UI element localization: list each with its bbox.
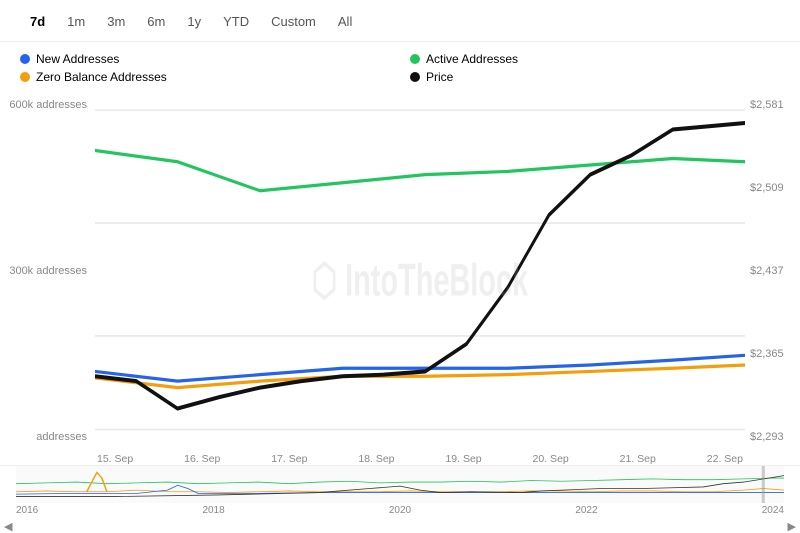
time-filters: 7d 1m 3m 6m 1y YTD Custom All	[0, 10, 800, 42]
legend-label-new-addresses: New Addresses	[36, 52, 119, 66]
chart-container: 7d 1m 3m 6m 1y YTD Custom All New Addres…	[0, 0, 800, 533]
mini-chart-area: 2016 2018 2020 2022 2024 ◀ ▶	[0, 465, 800, 533]
btn-all[interactable]: All	[328, 10, 362, 33]
legend: New Addresses Active Addresses Zero Bala…	[0, 42, 800, 94]
legend-price: Price	[410, 70, 780, 84]
btn-7d[interactable]: 7d	[20, 10, 55, 33]
x-label-5: 20. Sep	[533, 453, 569, 465]
legend-zero-balance: Zero Balance Addresses	[20, 70, 390, 84]
x-label-0: 15. Sep	[97, 453, 133, 465]
mini-x-3: 2022	[575, 505, 597, 516]
btn-ytd[interactable]: YTD	[213, 10, 259, 33]
mini-x-axis: 2016 2018 2020 2022 2024	[0, 503, 800, 519]
mini-x-2: 2020	[389, 505, 411, 516]
btn-custom[interactable]: Custom	[261, 10, 326, 33]
y-axis-right: $2,581 $2,509 $2,437 $2,365 $2,293	[745, 94, 800, 465]
main-chart-area: 600k addresses 300k addresses addresses	[0, 94, 800, 465]
x-label-3: 18. Sep	[358, 453, 394, 465]
y-right-1: $2,581	[750, 99, 792, 111]
btn-6m[interactable]: 6m	[137, 10, 175, 33]
mini-x-0: 2016	[16, 505, 38, 516]
chart-plot: ⬡ IntoTheBlock 15. Sep 16. Sep 17. Sep 1…	[95, 94, 745, 465]
x-label-2: 17. Sep	[271, 453, 307, 465]
watermark-text: ⬡ IntoTheBlock	[312, 256, 529, 306]
legend-new-addresses: New Addresses	[20, 52, 390, 66]
x-label-4: 19. Sep	[445, 453, 481, 465]
x-label-6: 21. Sep	[620, 453, 656, 465]
btn-3m[interactable]: 3m	[97, 10, 135, 33]
chart-svg: ⬡ IntoTheBlock	[95, 94, 745, 465]
y-right-3: $2,437	[750, 265, 792, 277]
legend-dot-green	[410, 54, 420, 64]
y-axis-left: 600k addresses 300k addresses addresses	[0, 94, 95, 465]
legend-dot-black	[410, 72, 420, 82]
mini-x-4: 2024	[762, 505, 784, 516]
legend-active-addresses: Active Addresses	[410, 52, 780, 66]
legend-label-active-addresses: Active Addresses	[426, 52, 518, 66]
legend-dot-blue	[20, 54, 30, 64]
x-axis: 15. Sep 16. Sep 17. Sep 18. Sep 19. Sep …	[95, 443, 745, 465]
y-right-2: $2,509	[750, 182, 792, 194]
mini-x-1: 2018	[202, 505, 224, 516]
mini-chart-inner	[16, 466, 784, 503]
x-label-1: 16. Sep	[184, 453, 220, 465]
x-label-7: 22. Sep	[707, 453, 743, 465]
btn-1m[interactable]: 1m	[57, 10, 95, 33]
legend-label-price: Price	[426, 70, 453, 84]
legend-label-zero-balance: Zero Balance Addresses	[36, 70, 167, 84]
scroll-left-arrow[interactable]: ◀	[4, 520, 12, 533]
y-left-top: 600k addresses	[8, 99, 87, 111]
scroll-arrows: ◀ ▶	[0, 520, 800, 533]
y-right-5: $2,293	[750, 431, 792, 443]
y-left-bot: addresses	[8, 431, 87, 443]
y-right-4: $2,365	[750, 348, 792, 360]
scroll-right-arrow[interactable]: ▶	[788, 520, 796, 533]
legend-dot-orange	[20, 72, 30, 82]
y-left-mid: 300k addresses	[8, 265, 87, 277]
mini-svg	[16, 466, 784, 503]
btn-1y[interactable]: 1y	[177, 10, 211, 33]
